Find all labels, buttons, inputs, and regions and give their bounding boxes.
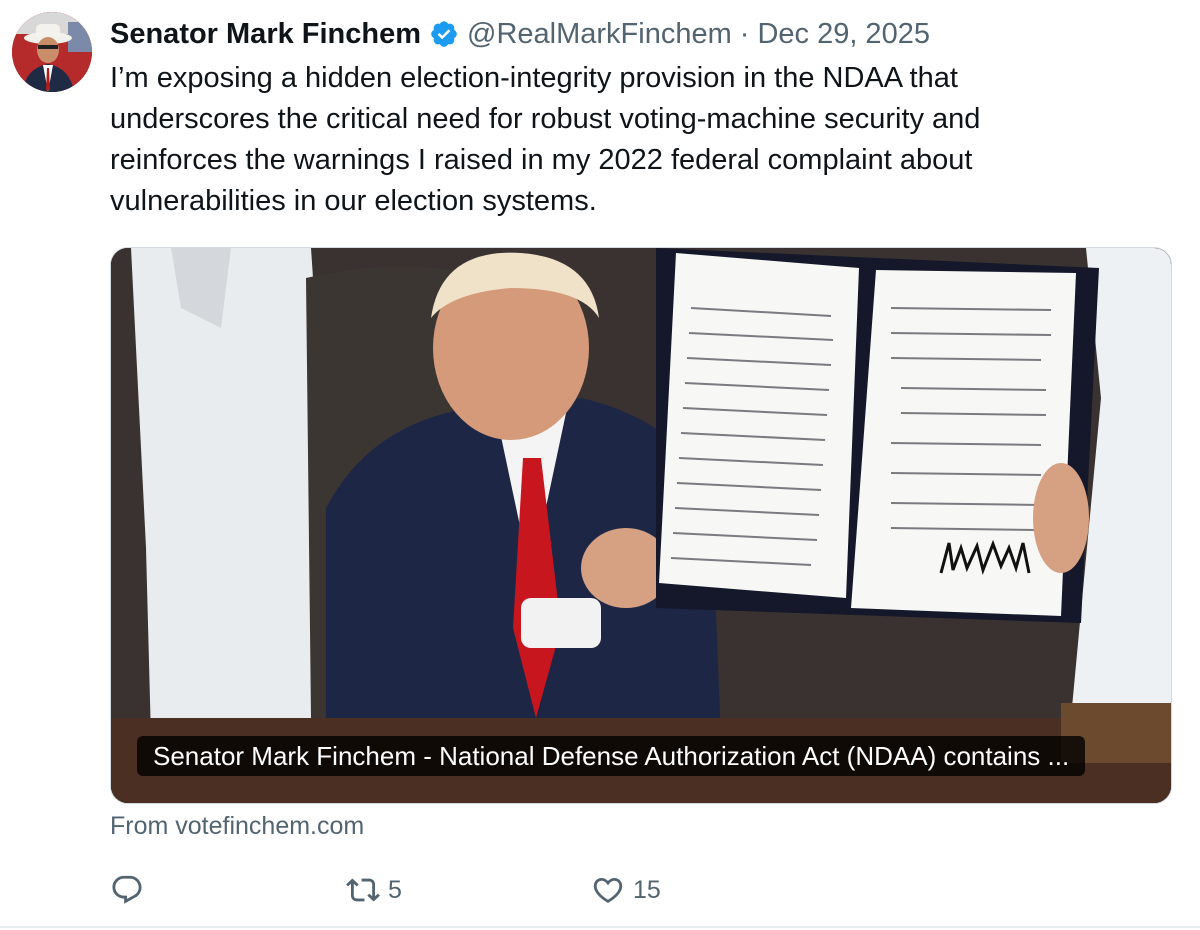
tweet-text-line: vulnerabilities in our election systems. <box>110 185 597 217</box>
like-button[interactable]: 15 <box>591 866 661 914</box>
tweet-text-line: reinforces the warnings I raised in my 2… <box>110 144 973 176</box>
link-preview-card[interactable] <box>110 247 1172 804</box>
tweet-text-line: I’m exposing a hidden election-integrity… <box>110 62 958 94</box>
retweet-icon <box>346 878 380 902</box>
author-handle[interactable]: @RealMarkFinchem <box>467 18 732 51</box>
retweet-button[interactable]: 5 <box>346 866 402 914</box>
reply-icon <box>112 875 142 904</box>
tweet-text: I’m exposing a hidden election-integrity… <box>110 58 1170 222</box>
tweet-actions: 5 15 <box>110 866 730 914</box>
reply-button[interactable] <box>110 866 152 914</box>
divider <box>0 926 1200 928</box>
like-count: 15 <box>633 875 661 904</box>
heart-icon <box>593 877 623 903</box>
tweet-date[interactable]: Dec 29, 2025 <box>757 18 930 51</box>
preview-caption[interactable]: Senator Mark Finchem - National Defense … <box>137 736 1086 776</box>
tweet-text-line: underscores the critical need for robust… <box>110 103 981 135</box>
verified-badge-icon[interactable] <box>429 19 459 49</box>
link-source[interactable]: From votefinchem.com <box>110 812 364 841</box>
author-name[interactable]: Senator Mark Finchem <box>110 18 421 51</box>
avatar[interactable] <box>12 12 92 92</box>
retweet-count: 5 <box>388 875 402 904</box>
tweet-header: Senator Mark Finchem @RealMarkFinchem · … <box>110 14 930 54</box>
separator-dot: · <box>739 17 750 50</box>
avatar-image <box>12 12 92 92</box>
preview-image <box>111 248 1171 803</box>
